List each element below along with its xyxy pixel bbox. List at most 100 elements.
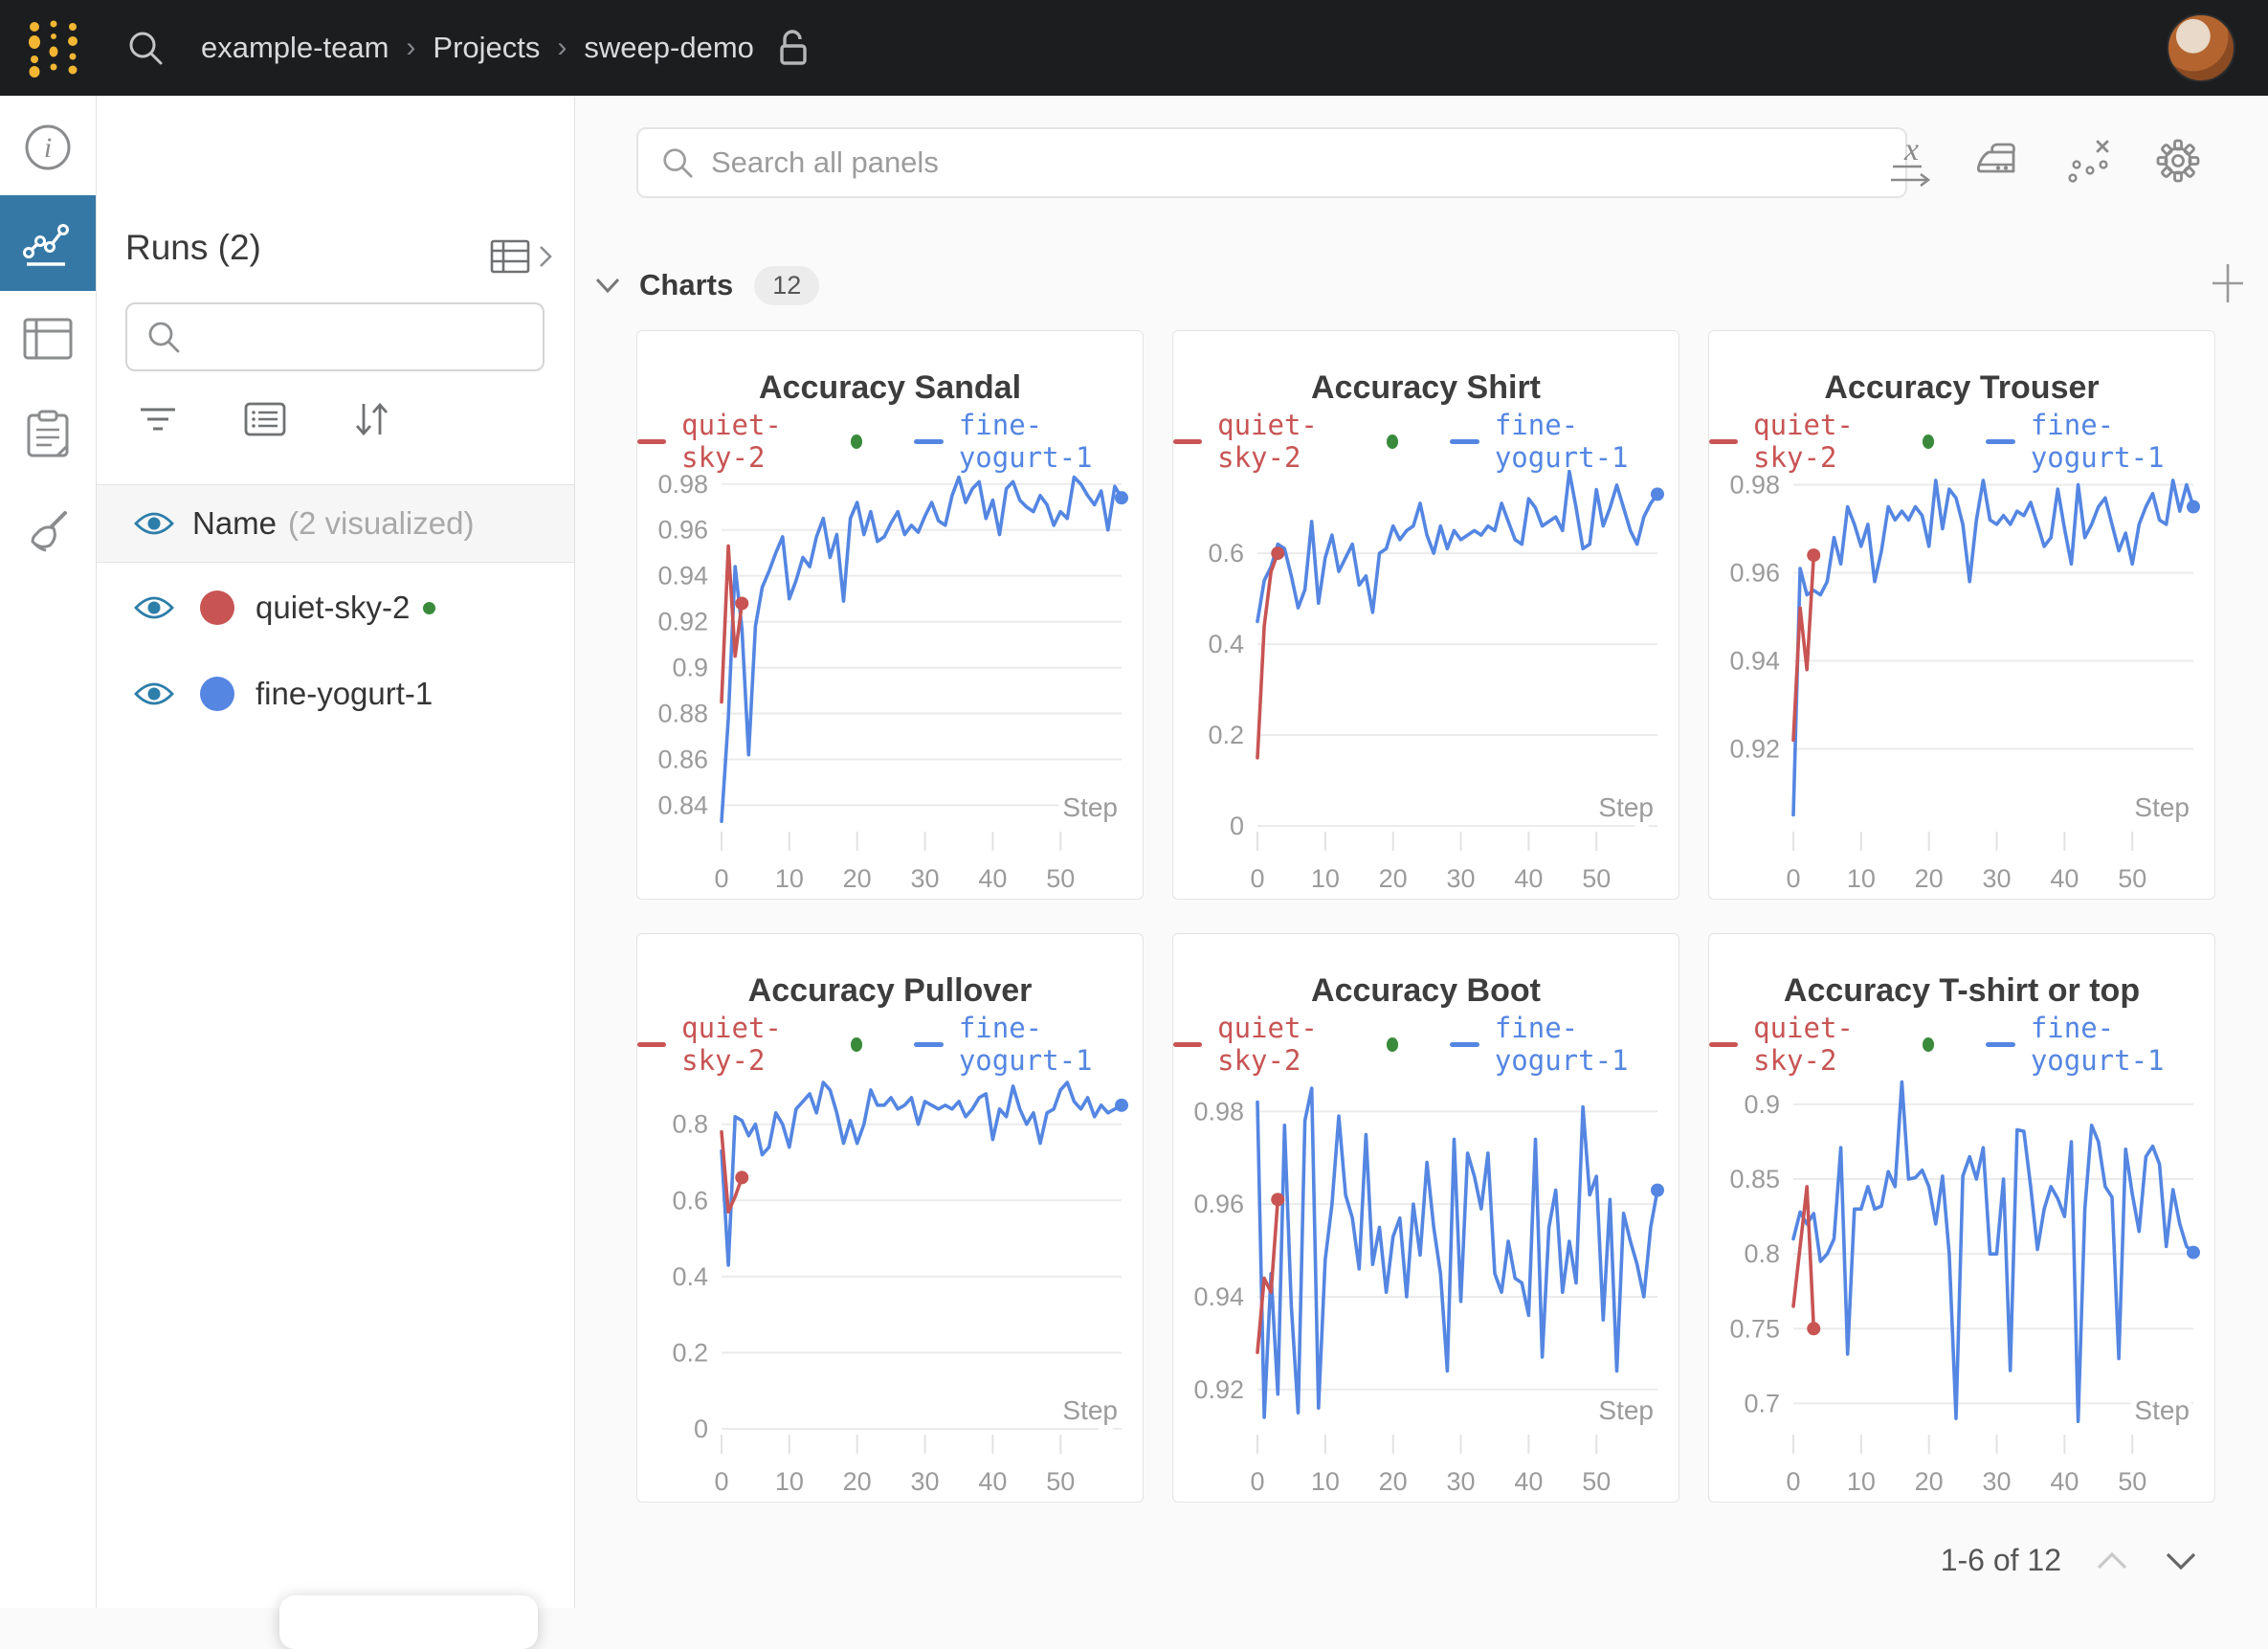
page-down-button[interactable] xyxy=(2163,1549,2199,1572)
panel-search-bar[interactable] xyxy=(636,127,1907,198)
nav-sweeps-item[interactable] xyxy=(0,482,96,578)
run-name[interactable]: quiet-sky-2 xyxy=(256,590,410,626)
chart-plot[interactable]: 0.70.750.80.850.901020304050Step xyxy=(1709,1063,2215,1503)
svg-text:20: 20 xyxy=(843,864,872,893)
chart-title: Accuracy Sandal xyxy=(637,369,1143,407)
svg-text:10: 10 xyxy=(775,864,804,893)
svg-text:0.98: 0.98 xyxy=(657,470,708,499)
chart-legend: quiet-sky-2fine-yogurt-1 xyxy=(1709,1025,2214,1063)
svg-text:0.84: 0.84 xyxy=(657,791,708,819)
cutoff-floating-card[interactable] xyxy=(279,1595,538,1649)
svg-text:10: 10 xyxy=(1311,864,1340,893)
chart-plot[interactable]: 0.920.940.960.9801020304050Step xyxy=(1173,1063,1679,1503)
svg-text:40: 40 xyxy=(2050,1467,2079,1496)
run-color-dot xyxy=(200,677,234,711)
info-icon: i xyxy=(23,123,73,172)
chart-panel[interactable]: Accuracy Shirt quiet-sky-2fine-yogurt-1 … xyxy=(1172,330,1679,900)
svg-text:0.7: 0.7 xyxy=(1744,1389,1780,1417)
visibility-eye-icon[interactable] xyxy=(133,593,175,622)
visibility-eye-icon[interactable] xyxy=(133,509,175,538)
run-status-dot xyxy=(1387,435,1399,449)
runs-name-header[interactable]: Name (2 visualized) xyxy=(97,484,574,563)
nav-logs-item[interactable] xyxy=(0,387,96,482)
chart-panel[interactable]: Accuracy Sandal quiet-sky-2fine-yogurt-1… xyxy=(636,330,1144,900)
legend-line-swatch xyxy=(1173,439,1202,444)
group-button[interactable] xyxy=(244,402,286,441)
run-table-icon xyxy=(490,237,534,276)
user-avatar[interactable] xyxy=(2167,13,2235,82)
expand-run-table-button[interactable] xyxy=(490,237,553,276)
run-status-dot xyxy=(851,1037,863,1052)
svg-text:0.88: 0.88 xyxy=(657,700,708,728)
run-status-dot xyxy=(851,435,863,449)
svg-text:0.9: 0.9 xyxy=(672,654,708,682)
run-row-quiet-sky-2[interactable]: quiet-sky-2 xyxy=(97,565,574,651)
svg-text:10: 10 xyxy=(775,1467,804,1496)
chevron-right-icon xyxy=(538,243,553,270)
svg-text:40: 40 xyxy=(978,864,1007,893)
svg-text:0.92: 0.92 xyxy=(1193,1375,1244,1404)
chart-plot[interactable]: 0.840.860.880.90.920.940.960.98010203040… xyxy=(637,460,1144,900)
settings-button[interactable] xyxy=(2151,134,2205,188)
svg-text:0.94: 0.94 xyxy=(657,562,708,591)
smoothing-button[interactable] xyxy=(1975,134,2029,188)
svg-text:0: 0 xyxy=(714,1467,728,1496)
add-panel-button[interactable] xyxy=(2211,260,2245,306)
svg-text:30: 30 xyxy=(1447,864,1476,893)
svg-text:0.92: 0.92 xyxy=(657,608,708,636)
broom-icon xyxy=(23,505,73,555)
chevron-down-icon[interactable] xyxy=(593,276,622,295)
breadcrumb-team[interactable]: example-team xyxy=(201,31,389,65)
breadcrumb-projects[interactable]: Projects xyxy=(433,31,540,65)
nav-workspace-item[interactable] xyxy=(0,195,96,291)
svg-text:50: 50 xyxy=(1046,864,1075,893)
svg-text:50: 50 xyxy=(2118,1467,2146,1496)
chart-title: Accuracy T-shirt or top xyxy=(1709,972,2214,1010)
legend-line-swatch xyxy=(914,1042,943,1047)
run-name[interactable]: fine-yogurt-1 xyxy=(256,676,433,712)
x-axis-settings-button[interactable]: x xyxy=(1887,134,1941,188)
charts-section-title[interactable]: Charts xyxy=(639,268,733,302)
svg-text:0.85: 0.85 xyxy=(1729,1165,1780,1193)
nav-overview-item[interactable]: i xyxy=(0,100,96,195)
run-status-dot xyxy=(1923,1037,1935,1052)
chart-legend: quiet-sky-2fine-yogurt-1 xyxy=(1173,422,1679,460)
nav-table-item[interactable] xyxy=(0,291,96,387)
svg-text:Step: Step xyxy=(1062,1395,1118,1425)
svg-text:0.6: 0.6 xyxy=(1208,539,1244,568)
runs-search-input[interactable] xyxy=(125,302,545,371)
panel-search-input[interactable] xyxy=(711,145,1764,180)
chart-panel[interactable]: Accuracy T-shirt or top quiet-sky-2fine-… xyxy=(1708,933,2215,1503)
chart-panel[interactable]: Accuracy Boot quiet-sky-2fine-yogurt-1 0… xyxy=(1172,933,1679,1503)
legend-line-swatch xyxy=(1450,1042,1479,1047)
svg-text:0.86: 0.86 xyxy=(657,745,708,773)
svg-text:0: 0 xyxy=(694,1415,708,1443)
outliers-button[interactable] xyxy=(2063,134,2117,188)
run-row-fine-yogurt-1[interactable]: fine-yogurt-1 xyxy=(97,651,574,737)
svg-text:0.96: 0.96 xyxy=(1729,559,1780,588)
chart-panel[interactable]: Accuracy Trouser quiet-sky-2fine-yogurt-… xyxy=(1708,330,2215,900)
filter-button[interactable] xyxy=(137,403,179,440)
chart-plot[interactable]: 00.20.40.601020304050Step xyxy=(1173,460,1679,900)
run-color-dot xyxy=(200,591,234,625)
chart-panel[interactable]: Accuracy Pullover quiet-sky-2fine-yogurt… xyxy=(636,933,1144,1503)
global-search-icon[interactable] xyxy=(124,27,167,69)
svg-text:10: 10 xyxy=(1847,1467,1876,1496)
svg-text:50: 50 xyxy=(2118,864,2146,893)
breadcrumb-project-name[interactable]: sweep-demo xyxy=(584,31,753,65)
sort-button[interactable] xyxy=(351,400,391,443)
wandb-logo[interactable] xyxy=(25,17,82,78)
svg-text:Step: Step xyxy=(2134,792,2190,822)
svg-text:30: 30 xyxy=(1983,1467,2012,1496)
legend-line-swatch xyxy=(914,439,943,444)
x-axis-icon: x xyxy=(1889,135,1939,187)
visibility-eye-icon[interactable] xyxy=(133,680,175,708)
smoothing-iron-icon xyxy=(1975,139,2029,183)
chart-plot[interactable]: 0.920.940.960.9801020304050Step xyxy=(1709,460,2215,900)
chart-plot[interactable]: 00.20.40.60.801020304050Step xyxy=(637,1063,1144,1503)
sort-icon xyxy=(351,400,391,438)
svg-text:Step: Step xyxy=(1598,792,1654,822)
page-up-button[interactable] xyxy=(2094,1549,2130,1572)
chart-legend: quiet-sky-2fine-yogurt-1 xyxy=(637,1025,1143,1063)
pagination-label: 1-6 of 12 xyxy=(1941,1543,2061,1578)
